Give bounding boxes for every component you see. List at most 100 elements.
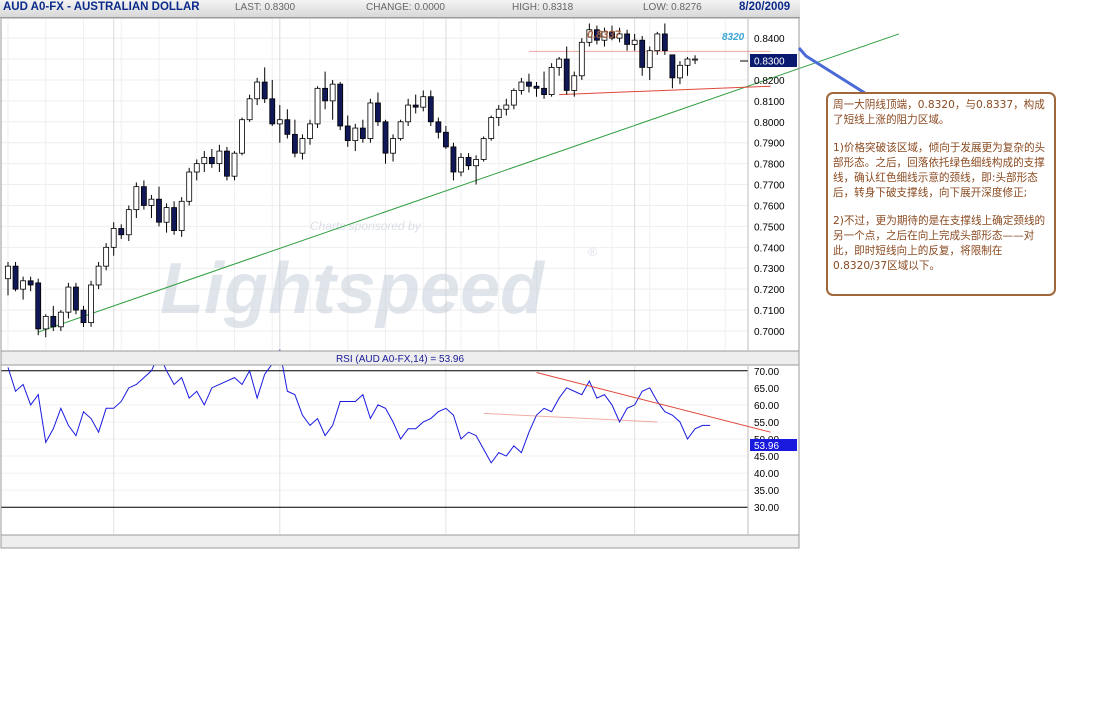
candle-body xyxy=(669,54,676,79)
candle xyxy=(216,144,223,173)
candle xyxy=(201,151,208,173)
candle xyxy=(420,90,427,112)
price-tick-label: 0.8200 xyxy=(754,76,785,87)
candle-body xyxy=(661,33,668,52)
candle xyxy=(669,54,676,89)
candle xyxy=(541,71,547,99)
candle-body xyxy=(50,315,57,328)
last-price-badge-text: 0.8300 xyxy=(754,57,785,68)
rsi-tick-label: 55.00 xyxy=(754,418,779,429)
candle-body xyxy=(171,207,178,231)
candle xyxy=(57,310,64,331)
candle-body xyxy=(57,311,64,328)
candle-body xyxy=(382,121,389,154)
candle xyxy=(631,33,638,51)
candle xyxy=(80,305,87,327)
candle-body xyxy=(639,39,646,68)
candle-body xyxy=(299,138,306,154)
rsi-title: RSI (AUD A0-FX,14) = 53.96 xyxy=(336,354,465,365)
candle-body xyxy=(314,87,321,125)
candle-body xyxy=(88,284,94,324)
x-axis-bar xyxy=(0,534,800,549)
candle-body xyxy=(692,58,698,61)
candle xyxy=(488,115,495,141)
candle xyxy=(359,119,366,143)
watermark-registered: ® xyxy=(588,245,597,259)
candle-body xyxy=(5,265,11,280)
candle xyxy=(12,261,19,292)
candle xyxy=(231,151,238,181)
price-tick-label: 0.7700 xyxy=(754,181,785,192)
candle xyxy=(95,261,102,290)
candle xyxy=(284,109,291,139)
candle-body xyxy=(405,104,412,123)
candle xyxy=(427,90,434,126)
candle xyxy=(390,134,396,162)
candle-body xyxy=(178,200,185,231)
candle-body xyxy=(329,83,336,102)
candle xyxy=(307,119,313,145)
candle xyxy=(239,117,245,156)
candle-body xyxy=(12,265,19,290)
candle-body xyxy=(27,280,34,286)
candle xyxy=(110,222,117,256)
annotation-note: 周一大阴线顶端，0.8320，与0.8337，构成了短线上涨的阻力区域。 1)价… xyxy=(826,92,1056,296)
candle xyxy=(435,117,442,139)
candle-body xyxy=(269,98,276,125)
price-tick-label: 0.7900 xyxy=(754,139,785,150)
candle-body xyxy=(291,133,298,154)
candle xyxy=(375,92,381,126)
watermark-sponsor: Charts sponsored by xyxy=(310,219,422,233)
candle-body xyxy=(488,117,495,139)
trendline-rsi-neckline xyxy=(483,412,658,423)
candle-body xyxy=(442,131,449,148)
candle xyxy=(261,67,268,103)
candle-body xyxy=(510,90,517,106)
price-tick-label: 0.7500 xyxy=(754,222,785,233)
candle xyxy=(442,125,449,149)
candle xyxy=(397,119,404,141)
candle-body xyxy=(224,150,230,177)
candle-body xyxy=(458,156,464,173)
candle-body xyxy=(465,156,472,167)
candle xyxy=(246,94,253,122)
candle-body xyxy=(359,127,366,139)
rsi-gridlines xyxy=(1,353,749,534)
candle xyxy=(269,79,276,126)
candle-body xyxy=(533,85,540,89)
rsi-badge-text: 53.96 xyxy=(754,441,779,452)
candle-body xyxy=(65,286,72,313)
candle-body xyxy=(148,198,155,206)
candle-body xyxy=(631,39,638,45)
candle xyxy=(35,278,42,336)
candle xyxy=(171,201,178,235)
candle-body xyxy=(646,50,653,68)
candle xyxy=(103,243,110,271)
price-tick-label: 0.7100 xyxy=(754,306,785,317)
candle-body xyxy=(375,102,381,123)
candle-body xyxy=(140,186,147,206)
candle-body xyxy=(276,119,283,125)
candle-body xyxy=(352,127,359,142)
price-tick-label: 0.8400 xyxy=(754,34,785,45)
rsi-tick-label: 40.00 xyxy=(754,469,779,480)
candle-body xyxy=(133,186,140,211)
candle xyxy=(322,71,329,110)
price-tick-label: 0.7300 xyxy=(754,264,785,275)
resistance-high-label: 0.8337 xyxy=(587,29,622,41)
candle xyxy=(276,105,283,143)
candle xyxy=(661,23,668,55)
price-tick-label: 0.7600 xyxy=(754,201,785,212)
candle-body xyxy=(201,156,208,165)
candle-body xyxy=(35,282,42,330)
candle xyxy=(314,86,321,129)
candle xyxy=(548,63,555,97)
candle-body xyxy=(624,33,630,45)
candle xyxy=(329,79,336,120)
candle-body xyxy=(473,159,480,167)
candle xyxy=(5,261,11,296)
rsi-tick-label: 60.00 xyxy=(754,401,779,412)
candle-body xyxy=(541,87,547,96)
candle-body xyxy=(420,96,427,108)
resistance-low-label: 8320 xyxy=(722,32,745,43)
